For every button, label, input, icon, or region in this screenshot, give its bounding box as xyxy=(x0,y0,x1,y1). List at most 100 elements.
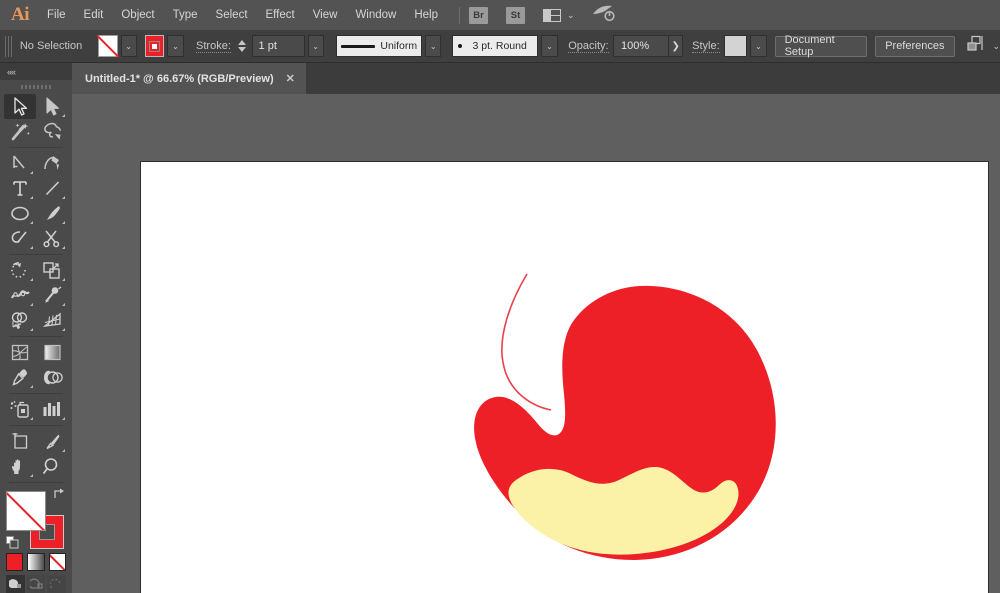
direct-selection-tool-icon[interactable] xyxy=(36,94,68,119)
graphic-style-dropdown[interactable]: ⌄ xyxy=(750,35,766,57)
pen-tool-icon[interactable] xyxy=(4,151,36,176)
bridge-button[interactable]: Br xyxy=(469,7,488,24)
menu-view[interactable]: View xyxy=(304,4,347,27)
fill-swatch-dropdown[interactable]: ⌄ xyxy=(121,35,137,57)
tool-flyout-indicator xyxy=(30,278,33,281)
illustrator-window: Ai File Edit Object Type Select Effect V… xyxy=(0,0,1000,593)
ellipse-tool-icon[interactable] xyxy=(4,201,36,226)
fill-indicator[interactable] xyxy=(6,491,46,531)
blend-tool-icon[interactable] xyxy=(36,365,68,390)
tool-divider xyxy=(9,482,63,483)
draw-normal-button[interactable] xyxy=(6,575,25,593)
shaper-tool-icon[interactable] xyxy=(4,226,36,251)
stroke-weight-stepper[interactable] xyxy=(237,35,248,57)
line-segment-tool-icon[interactable] xyxy=(36,176,68,201)
none-button[interactable] xyxy=(49,553,66,571)
opacity-expand-button[interactable]: ❯ xyxy=(669,35,683,57)
opacity-label[interactable]: Opacity: xyxy=(568,40,608,53)
zoom-tool-icon[interactable] xyxy=(36,454,68,479)
document-setup-button[interactable]: Document Setup xyxy=(775,36,868,57)
stock-button[interactable]: St xyxy=(506,7,525,24)
control-bar-grip[interactable] xyxy=(5,36,14,57)
paintbrush-tool-icon[interactable] xyxy=(36,201,68,226)
align-dropdown-caret[interactable]: ⌄ xyxy=(993,41,1000,52)
menu-window[interactable]: Window xyxy=(346,4,405,27)
shape-builder-tool-icon[interactable] xyxy=(4,308,36,333)
stroke-swatch-dropdown[interactable]: ⌄ xyxy=(167,35,183,57)
width-tool-icon[interactable] xyxy=(4,283,36,308)
tool-flyout-indicator xyxy=(30,474,33,477)
tool-divider xyxy=(9,254,63,255)
workspace-switcher[interactable]: ⌄ xyxy=(543,9,575,22)
graphic-style-swatch[interactable] xyxy=(724,35,747,57)
menu-effect[interactable]: Effect xyxy=(257,4,304,27)
stroke-profile-dropdown[interactable]: ⌄ xyxy=(425,35,441,57)
stroke-swatch[interactable] xyxy=(145,35,165,57)
document-tab[interactable]: Untitled-1* @ 66.67% (RGB/Preview) ✕ xyxy=(72,63,306,94)
hand-tool-icon[interactable] xyxy=(4,454,36,479)
gradient-tool-icon[interactable] xyxy=(36,340,68,365)
tool-flyout-indicator xyxy=(30,196,33,199)
tool-divider xyxy=(9,336,63,337)
tool-row xyxy=(4,429,68,454)
scissors-tool-icon[interactable] xyxy=(36,226,68,251)
draw-mode-buttons xyxy=(6,575,66,593)
slice-tool-icon[interactable] xyxy=(36,429,68,454)
eyedropper-tool-icon[interactable] xyxy=(4,365,36,390)
tool-flyout-indicator xyxy=(62,328,65,331)
menu-type[interactable]: Type xyxy=(164,4,207,27)
artboard-tool-icon[interactable] xyxy=(4,429,36,454)
scale-tool-icon[interactable] xyxy=(36,258,68,283)
menu-divider xyxy=(459,7,460,24)
menu-edit[interactable]: Edit xyxy=(75,4,113,27)
canvas-area[interactable] xyxy=(72,94,1000,593)
draw-inside-button[interactable] xyxy=(47,575,66,593)
artboard[interactable] xyxy=(141,162,988,593)
lasso-tool-icon[interactable] xyxy=(36,119,68,144)
rotate-tool-icon[interactable] xyxy=(4,258,36,283)
selection-tool-icon[interactable] xyxy=(4,94,36,119)
bean-shape-artwork[interactable] xyxy=(141,162,988,593)
tools-panel-collapse-button[interactable]: «« xyxy=(0,63,72,80)
opacity-input[interactable]: 100% xyxy=(613,35,669,57)
swap-fill-stroke-icon[interactable] xyxy=(53,487,66,500)
tool-divider xyxy=(9,147,63,148)
tool-row xyxy=(4,454,68,479)
default-fill-stroke-icon[interactable] xyxy=(6,536,19,549)
brush-definition-dropdown[interactable]: ⌄ xyxy=(541,35,557,57)
stroke-weight-label[interactable]: Stroke: xyxy=(196,40,231,53)
tool-flyout-indicator xyxy=(62,221,65,224)
tools-panel-grip[interactable] xyxy=(0,80,72,94)
tool-flyout-indicator xyxy=(62,196,65,199)
menu-help[interactable]: Help xyxy=(405,4,447,27)
curvature-tool-icon[interactable] xyxy=(36,151,68,176)
puppet-warp-tool-icon[interactable] xyxy=(36,283,68,308)
preferences-button[interactable]: Preferences xyxy=(875,36,954,57)
tool-flyout-indicator xyxy=(30,417,33,420)
help-search-icon[interactable] xyxy=(591,4,615,27)
draw-behind-button[interactable] xyxy=(27,575,46,593)
perspective-grid-tool-icon[interactable] xyxy=(36,308,68,333)
style-label[interactable]: Style: xyxy=(692,40,720,53)
align-to-pixel-grid-icon[interactable] xyxy=(967,35,986,57)
tools-grid xyxy=(0,94,72,483)
column-graph-tool-icon[interactable] xyxy=(36,397,68,422)
stroke-weight-input[interactable]: 1 pt xyxy=(252,35,305,57)
brush-definition-select[interactable]: 3 pt. Round xyxy=(452,35,538,57)
close-icon[interactable]: ✕ xyxy=(286,72,295,85)
menu-object[interactable]: Object xyxy=(112,4,163,27)
stroke-weight-dropdown[interactable]: ⌄ xyxy=(308,35,324,57)
symbol-sprayer-tool-icon[interactable] xyxy=(4,397,36,422)
color-button[interactable] xyxy=(6,553,23,571)
mesh-tool-icon[interactable] xyxy=(4,340,36,365)
menu-file[interactable]: File xyxy=(38,4,75,27)
tool-flyout-indicator xyxy=(62,114,65,117)
stroke-profile-select[interactable]: Uniform xyxy=(336,35,422,57)
tool-row xyxy=(4,201,68,226)
fill-swatch[interactable] xyxy=(98,35,118,57)
menu-select[interactable]: Select xyxy=(207,4,257,27)
gradient-button[interactable] xyxy=(27,553,44,571)
magic-wand-tool-icon[interactable] xyxy=(4,119,36,144)
type-tool-icon[interactable] xyxy=(4,176,36,201)
tool-row xyxy=(4,308,68,333)
